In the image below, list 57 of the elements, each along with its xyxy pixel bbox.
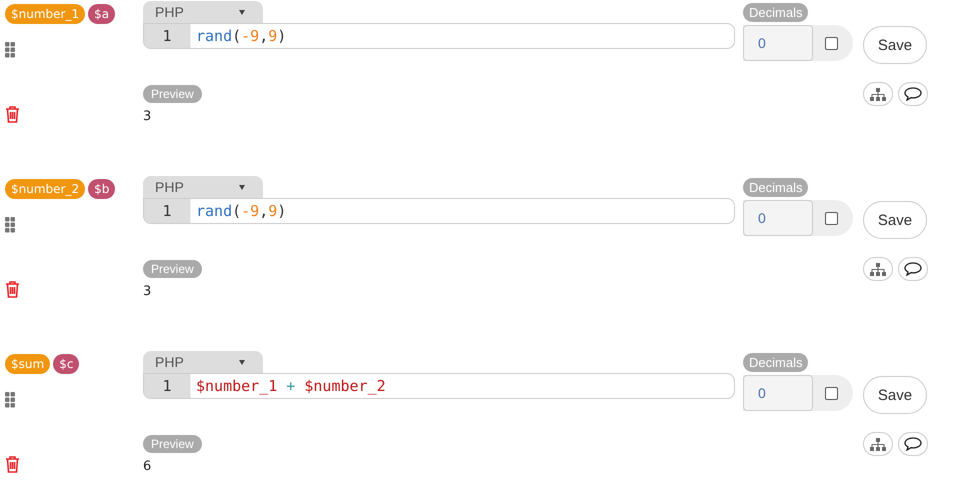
hierarchy-icon [870,262,886,276]
line-number: 1 [144,374,190,398]
decimals-label: Decimals [743,3,808,22]
preview-value: 3 [143,109,152,124]
hierarchy-icon [870,438,886,450]
line-number: 1 [144,24,190,48]
line-number: 1 [144,199,190,223]
comment-button[interactable] [898,82,928,106]
comment-button[interactable] [898,257,928,281]
checkbox[interactable] [825,212,838,224]
preview-label: Preview [143,85,202,103]
caret-icon [239,10,245,14]
trash-icon[interactable] [5,106,20,123]
checkbox[interactable] [825,36,838,50]
save-button[interactable]: Save [863,26,927,64]
comment-button[interactable] [898,432,928,456]
checkbox[interactable] [825,386,838,400]
drag-handle-icon[interactable] [5,217,15,233]
code-editor[interactable]: 1 rand(-9,9) [143,198,735,224]
trash-icon[interactable] [5,281,20,298]
preview-value: 3 [143,284,152,299]
variable-tag: $sum [5,354,50,374]
variable-tag: $a [88,4,116,24]
preview-value: 6 [143,459,152,474]
hierarchy-icon [870,88,886,100]
save-button[interactable]: Save [863,201,927,239]
decimals-label: Decimals [743,353,808,372]
code-editor[interactable]: 1 rand(-9,9) [143,23,735,49]
code-line: rand(-9,9) [190,199,286,223]
speech-bubble-icon [904,87,922,101]
variable-tag: $number_1 [5,4,86,24]
language-dropdown[interactable]: PHP [143,351,263,373]
drag-handle-icon[interactable] [5,42,15,58]
preview-label: Preview [143,260,202,278]
hierarchy-button[interactable] [863,82,893,106]
trash-icon[interactable] [5,456,20,473]
preview-label: Preview [143,435,202,453]
drag-handle-icon[interactable] [5,392,15,408]
variable-tag: $c [53,354,80,374]
code-editor[interactable]: 1 $number_1 + $number_2 [143,373,735,399]
code-line: $number_1 + $number_2 [190,374,386,398]
code-line: rand(-9,9) [190,24,286,48]
hierarchy-button[interactable] [863,432,893,456]
decimals-input[interactable]: 0 [743,375,813,411]
speech-bubble-icon [904,262,922,276]
language-dropdown[interactable]: PHP [143,176,263,198]
decimals-label: Decimals [743,178,808,197]
speech-bubble-icon [904,437,922,451]
language-dropdown[interactable]: PHP [143,1,263,23]
hierarchy-button[interactable] [863,257,893,281]
save-button[interactable]: Save [863,376,927,414]
decimals-input[interactable]: 0 [743,200,813,236]
variable-tag: $b [88,179,116,199]
decimals-input[interactable]: 0 [743,25,813,61]
caret-icon [239,184,245,190]
variable-tag: $number_2 [5,179,86,199]
caret-icon [239,360,245,364]
